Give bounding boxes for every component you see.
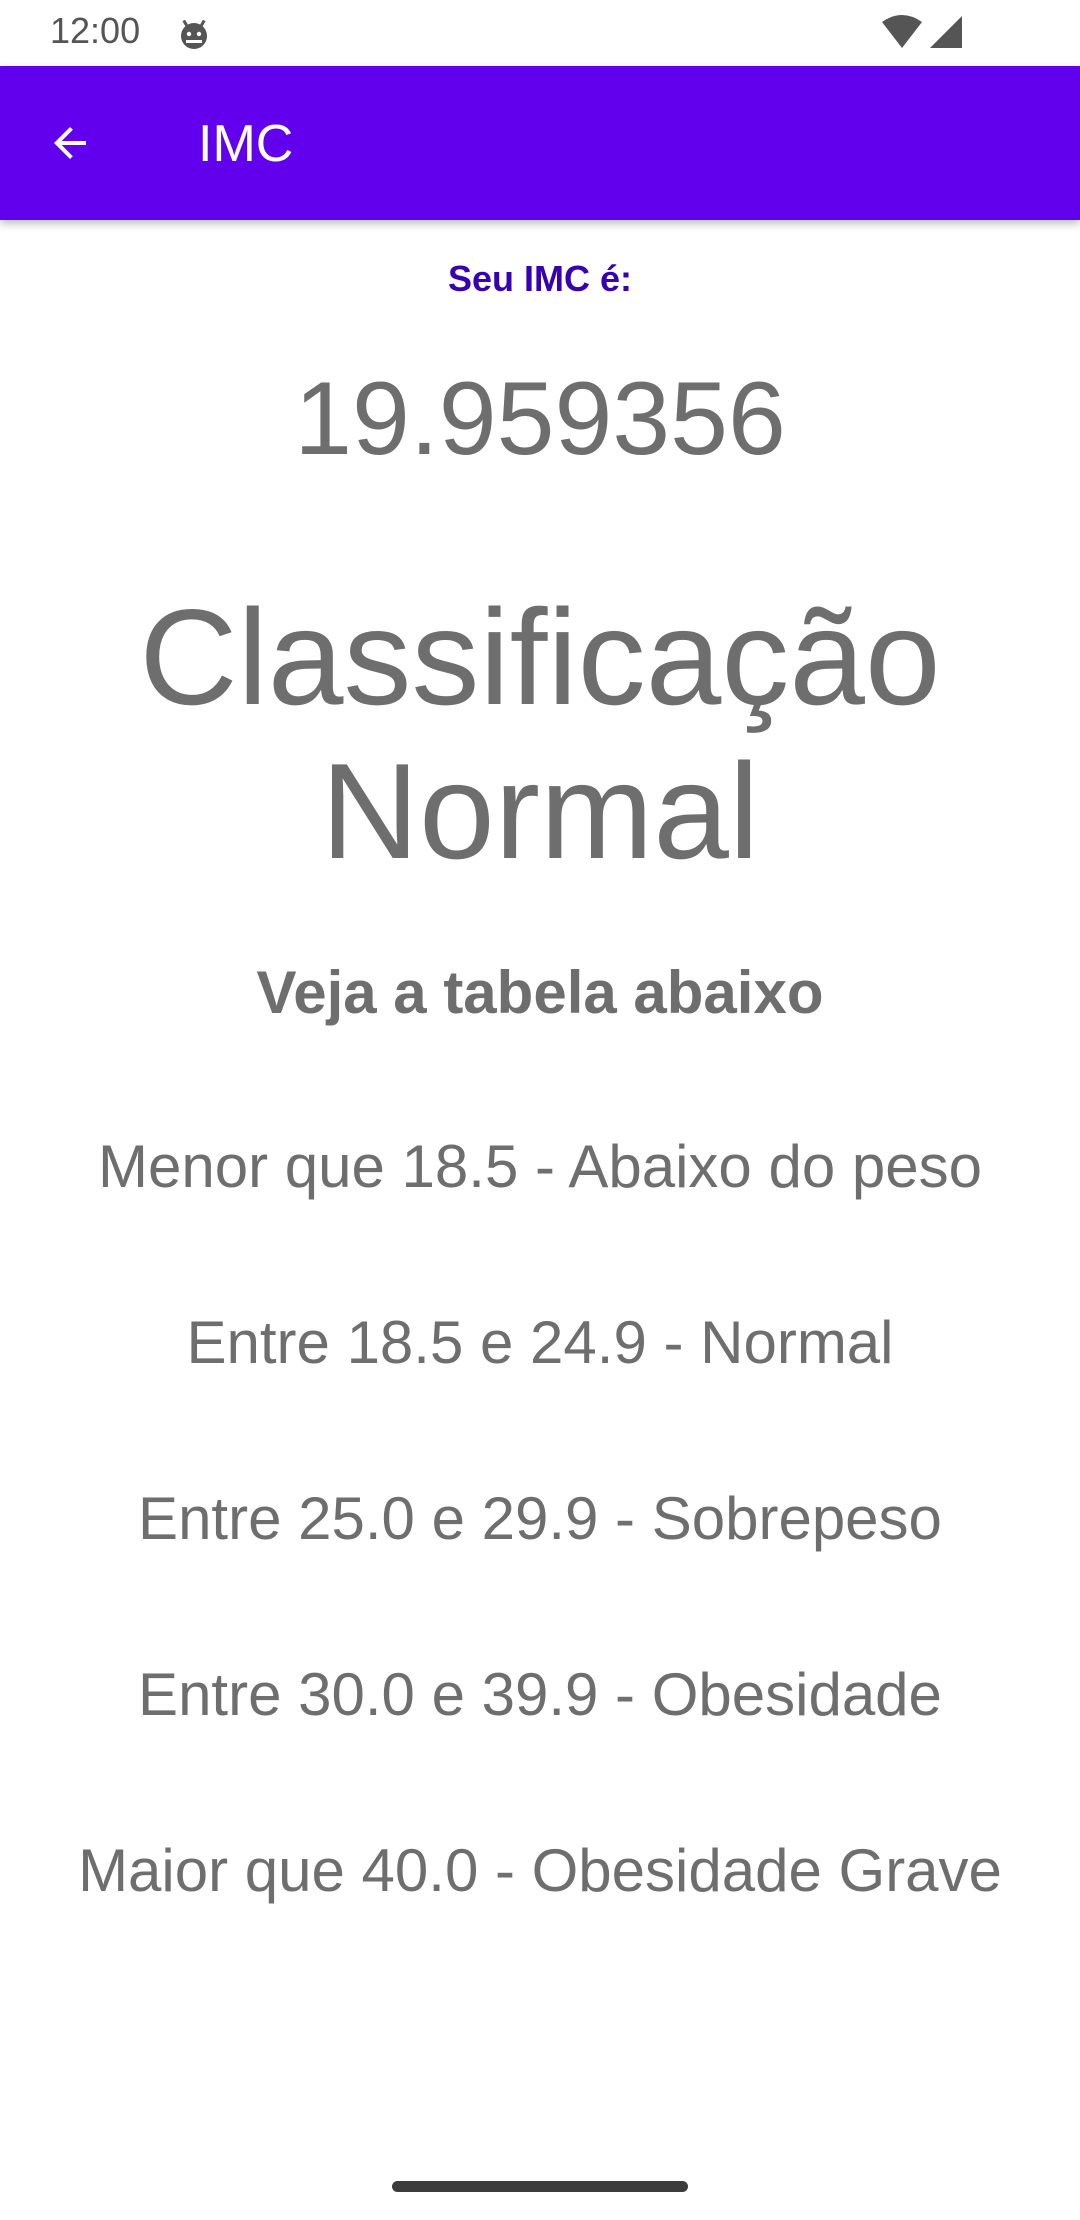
wifi-icon <box>880 14 924 50</box>
classification-title: Classificação <box>139 581 941 733</box>
back-button[interactable] <box>30 103 110 183</box>
classification-value: Normal <box>320 735 760 887</box>
android-icon <box>176 16 212 52</box>
imc-value: 19.959356 <box>294 361 786 477</box>
table-heading: Veja a tabela abaixo <box>256 959 824 1026</box>
table-row: Maior que 40.0 - Obesidade Grave <box>78 1837 1002 1904</box>
arrow-back-icon <box>54 127 86 159</box>
table-row: Entre 30.0 e 39.9 - Obesidade <box>138 1661 942 1728</box>
screen: 12:00 IMC Seu IMC é: 19.959356 Classific… <box>0 0 1080 2220</box>
status-bar: 12:00 <box>0 0 1080 66</box>
signal-icon <box>928 14 964 50</box>
table-row: Entre 25.0 e 29.9 - Sobrepeso <box>138 1485 942 1552</box>
table-row: Menor que 18.5 - Abaixo do peso <box>98 1133 982 1200</box>
app-title: IMC <box>198 115 294 173</box>
app-bar: IMC <box>0 66 1080 220</box>
navigation-handle[interactable] <box>392 2181 688 2192</box>
classification: Classificação Normal <box>0 580 1080 888</box>
table-row: Entre 18.5 e 24.9 - Normal <box>186 1309 894 1376</box>
status-time: 12:00 <box>50 10 141 51</box>
imc-label: Seu IMC é: <box>447 258 633 299</box>
